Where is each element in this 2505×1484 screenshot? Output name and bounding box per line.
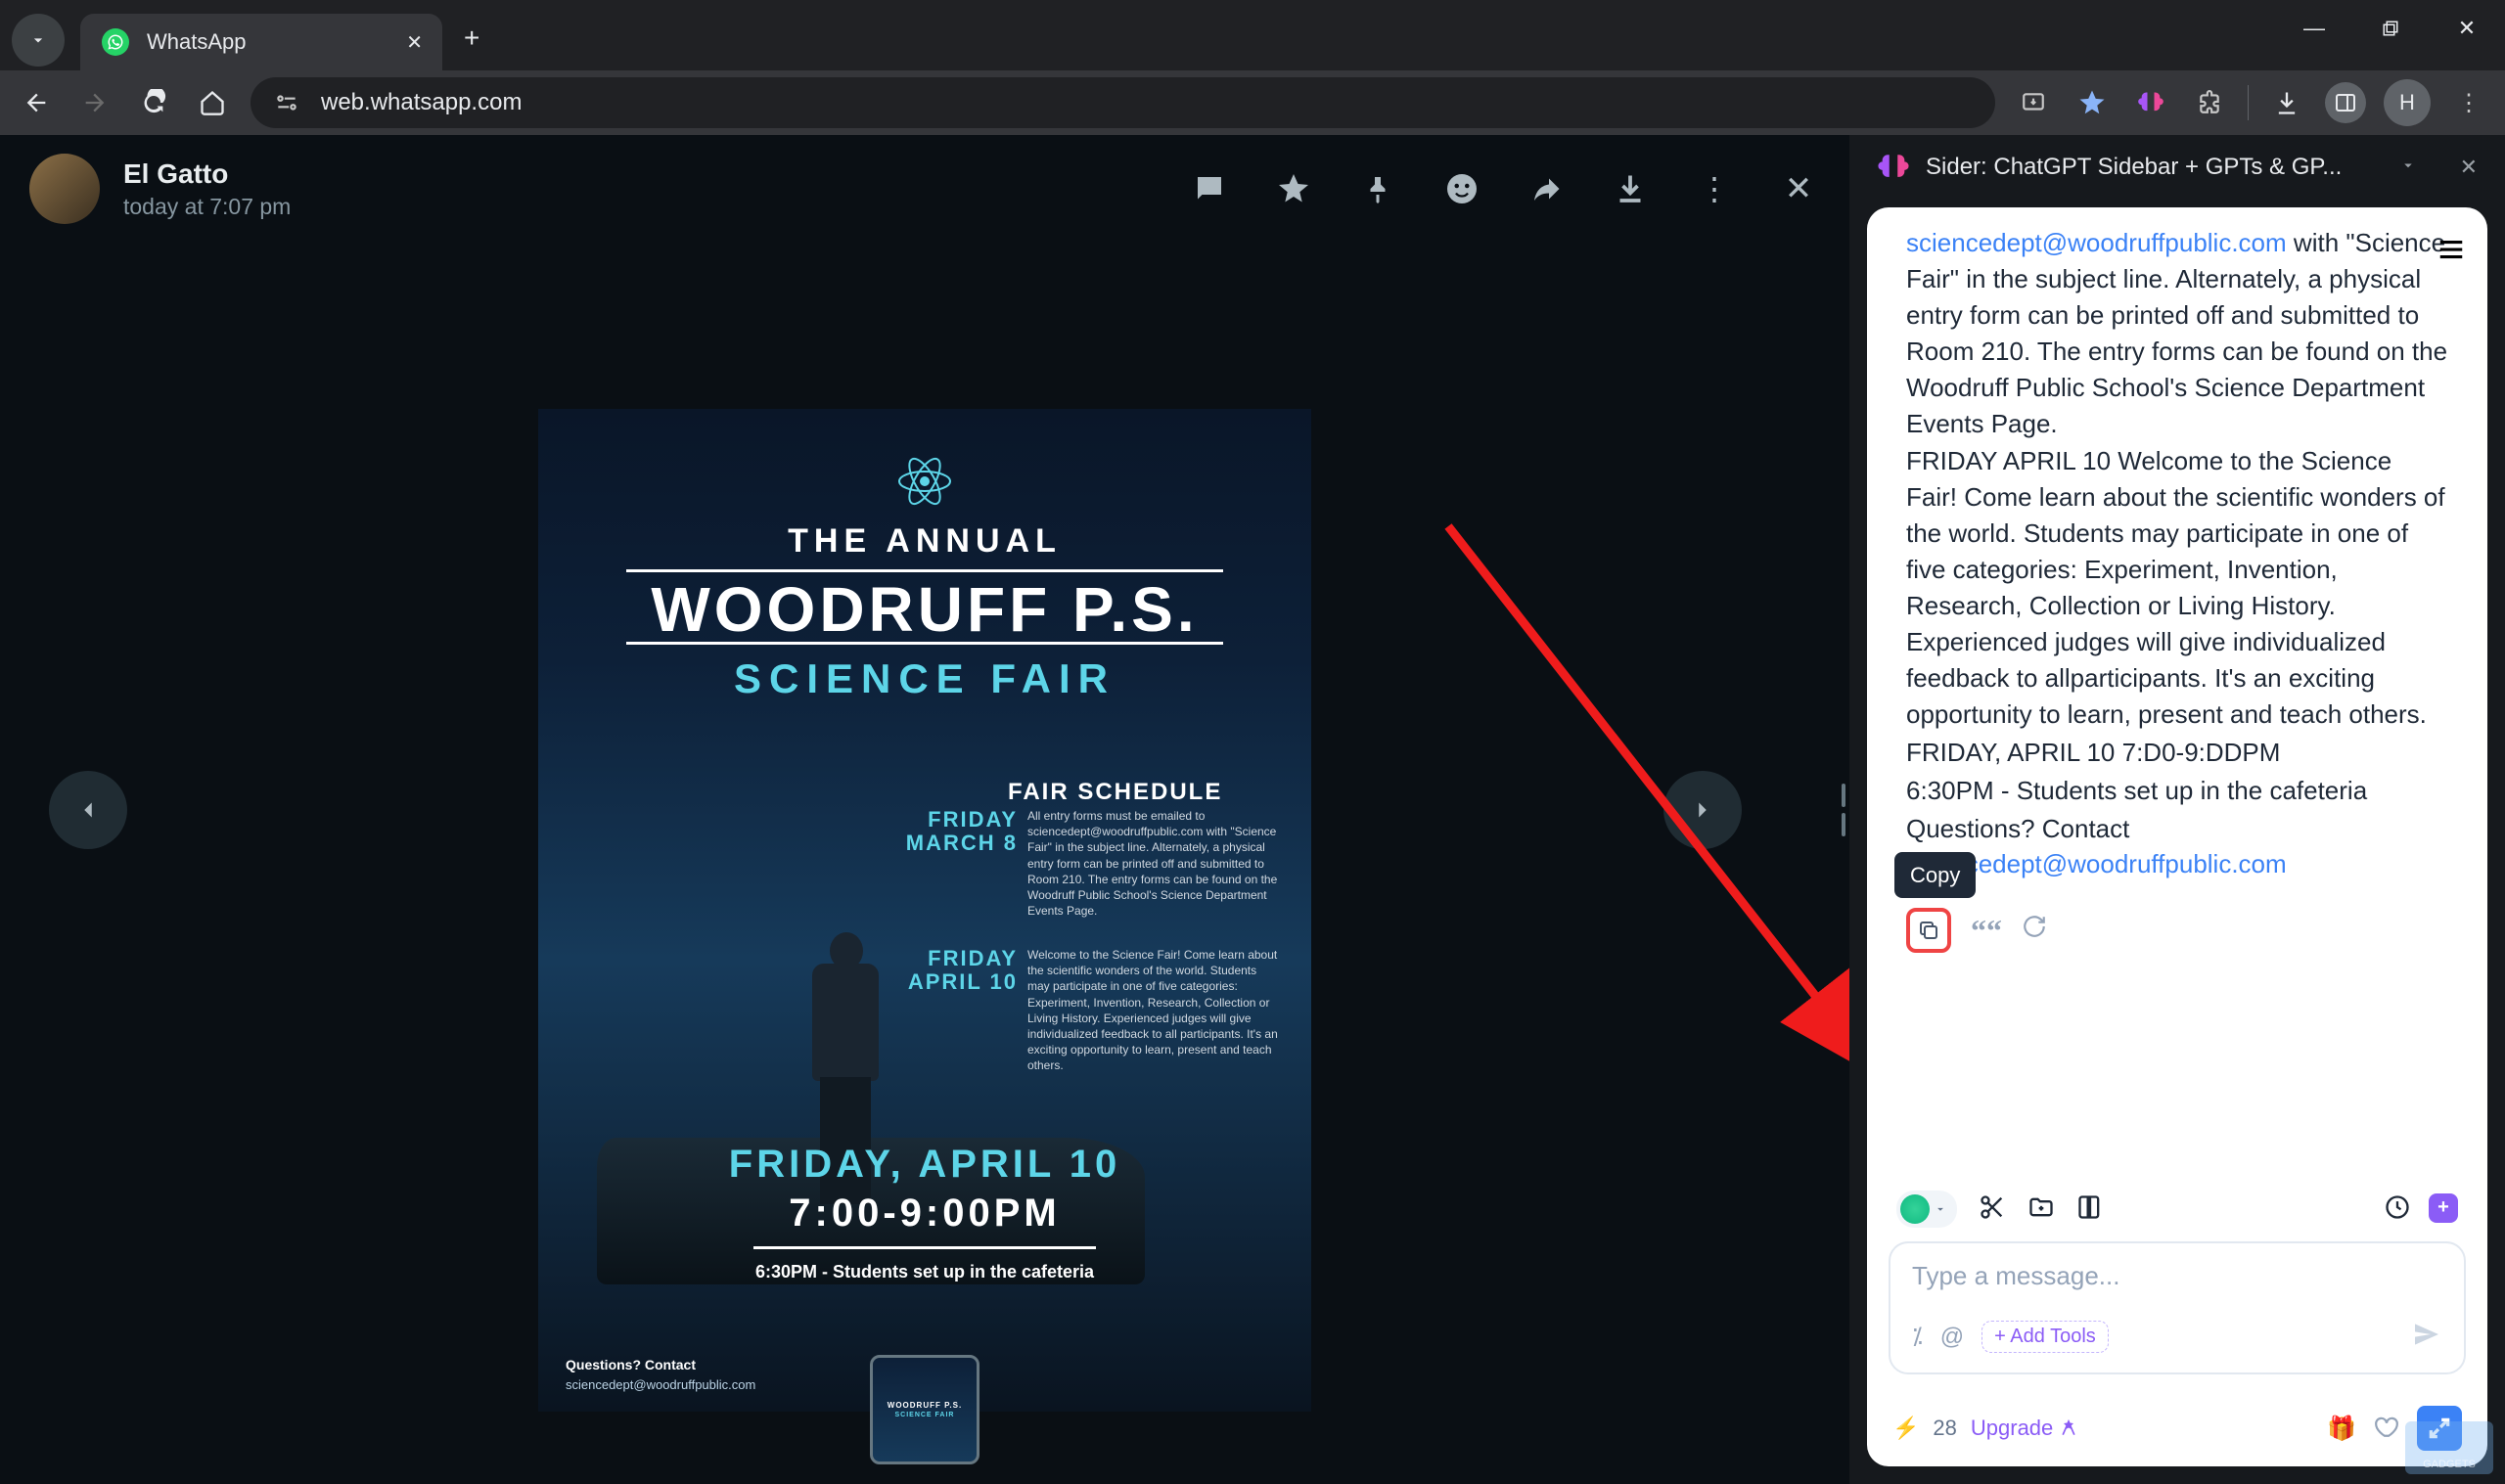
history-icon[interactable] (2384, 1193, 2411, 1226)
poster-para1: All entry forms must be emailed to scien… (1027, 808, 1282, 919)
chat-icon[interactable] (1188, 167, 1231, 210)
back-button[interactable] (16, 82, 57, 123)
side-panel-icon[interactable] (2325, 82, 2366, 123)
extensions-icon[interactable] (2189, 82, 2230, 123)
emoji-icon[interactable] (1440, 167, 1483, 210)
url-text: web.whatsapp.com (321, 89, 522, 116)
sider-panel: Sider: ChatGPT Sidebar + GPTs & GP... ✕ … (1849, 135, 2505, 1484)
poster-questions: Questions? Contact (566, 1357, 696, 1372)
credits-count: 28 (1933, 1416, 1956, 1441)
panel-resize-handle[interactable] (1838, 771, 1849, 849)
annotation-arrow (1438, 517, 1849, 1094)
scissors-icon[interactable] (1979, 1193, 2006, 1226)
site-settings-icon[interactable] (272, 88, 301, 117)
poster-big-date: FRIDAY, APRIL 10 (538, 1143, 1311, 1187)
forward-button[interactable] (74, 82, 115, 123)
window-minimize-button[interactable]: — (2276, 0, 2352, 57)
upgrade-link[interactable]: Upgrade (1971, 1416, 2078, 1441)
star-icon[interactable] (1272, 167, 1315, 210)
whatsapp-icon (102, 28, 129, 56)
bookmark-star-icon[interactable] (2072, 82, 2113, 123)
install-app-icon[interactable] (2013, 82, 2054, 123)
mention-icon[interactable]: @ (1940, 1324, 1964, 1351)
folder-add-icon[interactable] (2027, 1193, 2055, 1226)
book-icon[interactable] (2076, 1193, 2104, 1226)
poster-line1: THE ANNUAL (538, 522, 1311, 561)
browser-menu-icon[interactable]: ⋮ (2448, 82, 2489, 123)
copy-tooltip: Copy (1894, 852, 1976, 898)
send-button[interactable] (2411, 1319, 2442, 1355)
reload-button[interactable] (133, 82, 174, 123)
model-icon (1900, 1194, 1930, 1224)
quote-icon[interactable]: ““ (1971, 909, 2002, 953)
sider-extension-icon[interactable] (2130, 82, 2171, 123)
poster-para2: Welcome to the Science Fair! Come learn … (1027, 947, 1282, 1074)
tab-title: WhatsApp (147, 29, 247, 55)
media-image[interactable]: THE ANNUAL WOODRUFF P.S. SCIENCE FAIR FA… (538, 409, 1311, 1412)
download-icon[interactable] (1609, 167, 1652, 210)
watermark: GADGETS (2405, 1421, 2493, 1474)
tab-search-button[interactable] (12, 14, 65, 67)
gift-icon[interactable]: 🎁 (2327, 1415, 2356, 1443)
atom-icon (895, 452, 954, 523)
sider-dropdown-icon[interactable] (2399, 157, 2417, 179)
model-selector[interactable] (1896, 1191, 1957, 1228)
contact-avatar[interactable] (29, 154, 100, 224)
downloads-icon[interactable] (2266, 82, 2307, 123)
copy-button[interactable]: Copy (1906, 908, 1951, 953)
close-viewer-icon[interactable]: ✕ (1777, 167, 1820, 210)
heart-icon[interactable] (2374, 1414, 2399, 1444)
sider-close-icon[interactable]: ✕ (2460, 155, 2478, 180)
poster-schedule-heading: FAIR SCHEDULE (1008, 779, 1222, 806)
new-chat-icon[interactable]: + (2429, 1193, 2458, 1223)
poster-email: sciencedept@woodruffpublic.com (566, 1377, 755, 1392)
window-close-button[interactable]: ✕ (2429, 0, 2505, 57)
more-menu-icon[interactable]: ⋮ (1693, 167, 1736, 210)
home-button[interactable] (192, 82, 233, 123)
input-placeholder: Type a message... (1912, 1261, 2442, 1291)
browser-titlebar: WhatsApp ✕ + — ✕ (0, 0, 2505, 70)
poster-setup: 6:30PM - Students set up in the cafeteri… (538, 1262, 1311, 1282)
bolt-icon: ⚡ (1892, 1416, 1919, 1441)
media-timestamp: today at 7:07 pm (123, 194, 291, 220)
next-media-button[interactable] (1663, 771, 1742, 849)
forward-icon[interactable] (1525, 167, 1568, 210)
hamburger-menu-icon[interactable] (2437, 235, 2466, 269)
previous-media-button[interactable] (49, 771, 127, 849)
regenerate-icon[interactable] (2022, 913, 2047, 949)
email-link-1[interactable]: sciencedept@woodruffpublic.com (1906, 228, 2287, 257)
tab-close-icon[interactable]: ✕ (406, 30, 423, 55)
window-maximize-button[interactable] (2352, 0, 2429, 57)
add-tools-button[interactable]: + Add Tools (1981, 1321, 2109, 1353)
media-thumbnails: WOODRUFF P.S. SCIENCE FAIR (870, 1355, 979, 1464)
profile-avatar[interactable]: H (2384, 79, 2431, 126)
pin-icon[interactable] (1356, 167, 1399, 210)
ai-response-text: sciencedept@woodruffpublic.com with "Sci… (1867, 207, 2487, 1173)
sider-logo-icon (1877, 151, 1910, 184)
browser-toolbar: web.whatsapp.com H (0, 70, 2505, 135)
sider-title: Sider: ChatGPT Sidebar + GPTs & GP... (1926, 154, 2374, 181)
browser-tab-whatsapp[interactable]: WhatsApp ✕ (80, 14, 442, 70)
poster-line2: WOODRUFF P.S. (538, 573, 1311, 646)
new-tab-button[interactable]: + (464, 22, 479, 54)
toolbar-divider (2248, 85, 2249, 120)
whatsapp-media-viewer: El Gatto today at 7:07 pm ⋮ ✕ (0, 135, 1849, 1484)
address-bar[interactable]: web.whatsapp.com (250, 77, 1995, 128)
commands-icon[interactable]: ⁒ (1912, 1323, 1923, 1351)
poster-big-time: 7:00-9:00PM (538, 1192, 1311, 1236)
poster-line3: SCIENCE FAIR (538, 655, 1311, 702)
thumbnail-selected[interactable]: WOODRUFF P.S. SCIENCE FAIR (870, 1355, 979, 1464)
contact-name: El Gatto (123, 158, 291, 190)
message-input[interactable]: Type a message... ⁒ @ + Add Tools (1889, 1241, 2466, 1374)
